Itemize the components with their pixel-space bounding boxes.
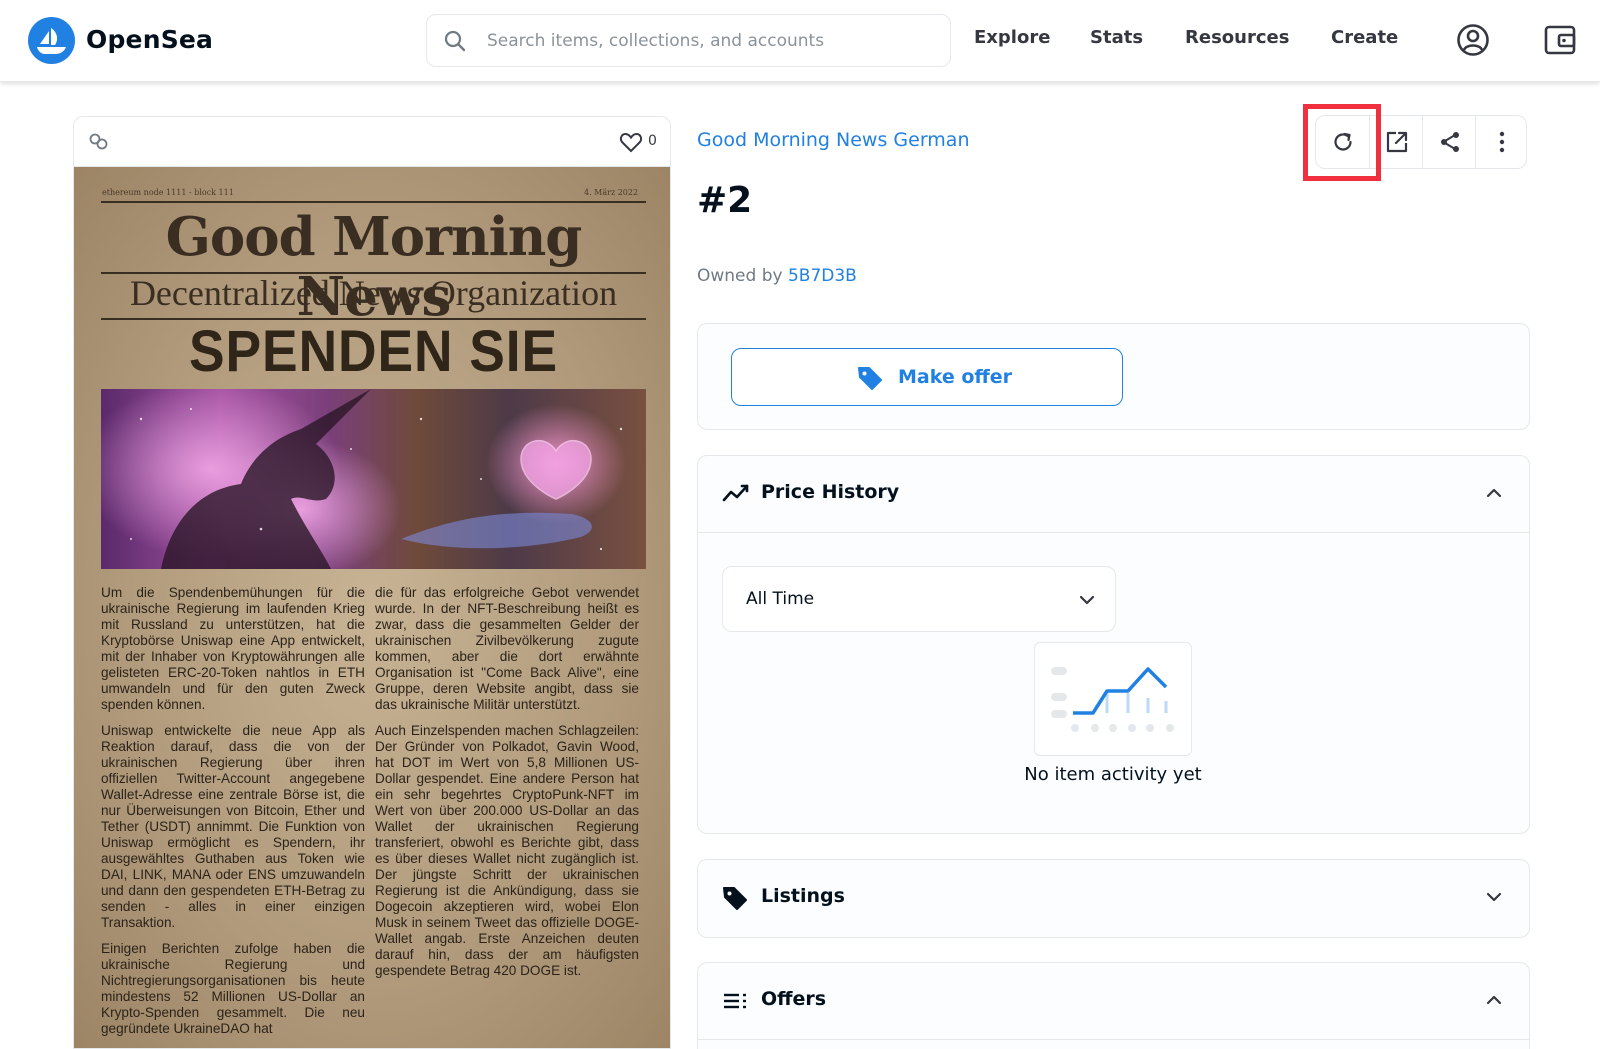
heart-icon[interactable] <box>619 131 643 153</box>
chevron-down-icon <box>1486 892 1502 902</box>
price-history-panel: Price History All Time No item activity … <box>697 455 1530 834</box>
opensea-logo[interactable] <box>28 17 75 64</box>
owned-by-label: Owned by <box>697 266 783 286</box>
newspaper-column-1: Um die Spendenbemühungen für die ukraini… <box>101 585 365 1036</box>
tag-icon <box>723 887 747 910</box>
refresh-highlight-box <box>1303 104 1381 181</box>
nav-create[interactable]: Create <box>1331 27 1398 48</box>
item-media-card: 0 ethereum node 1111 - block 111 4. März… <box>73 116 671 1049</box>
share-icon <box>1441 132 1459 152</box>
newspaper-illustration <box>101 389 646 569</box>
more-vertical-icon <box>1499 131 1505 153</box>
make-offer-button[interactable]: Make offer <box>731 348 1123 406</box>
owner-line: Owned by 5B7D3B <box>697 266 857 286</box>
chevron-down-icon <box>1079 595 1095 605</box>
favorite-count: 0 <box>648 133 657 149</box>
nav-resources[interactable]: Resources <box>1185 27 1289 48</box>
unicorn-heart-illustration <box>101 389 626 569</box>
external-link-icon <box>1386 131 1408 153</box>
search-icon <box>444 30 466 52</box>
time-range-select[interactable]: All Time <box>722 566 1116 632</box>
search-bar[interactable] <box>426 14 951 67</box>
more-options-button[interactable] <box>1475 116 1528 168</box>
newspaper-subtitle: Decentralized News Organization <box>129 273 618 313</box>
chevron-up-icon <box>1486 488 1502 498</box>
listings-header[interactable]: Listings <box>698 860 1529 936</box>
listings-panel: Listings <box>697 859 1530 938</box>
owner-link[interactable]: 5B7D3B <box>788 266 857 286</box>
price-history-header[interactable]: Price History <box>698 456 1529 532</box>
tag-icon <box>858 367 882 390</box>
collection-link[interactable]: Good Morning News German <box>697 129 970 151</box>
newspaper-column-2: die für das erfolgreiche Gebot verwendet… <box>375 585 639 978</box>
search-input[interactable] <box>487 23 927 59</box>
brand-name[interactable]: OpenSea <box>86 25 213 54</box>
newspaper-meta-right: 4. März 2022 <box>584 188 639 197</box>
share-button[interactable] <box>1423 116 1476 168</box>
chevron-up-icon <box>1486 995 1502 1005</box>
list-icon <box>724 993 746 1009</box>
empty-chart-icon <box>1051 667 1174 732</box>
offers-header[interactable]: Offers <box>698 963 1529 1039</box>
boat-icon <box>37 28 66 54</box>
ethereum-chain-icon <box>89 133 108 150</box>
trending-icon <box>722 484 749 502</box>
item-title: #2 <box>697 180 753 221</box>
nav-stats[interactable]: Stats <box>1090 27 1143 48</box>
newspaper-meta-left: ethereum node 1111 - block 111 <box>102 188 234 197</box>
offers-panel: Offers <box>697 962 1530 1049</box>
empty-chart-illustration <box>1034 642 1192 756</box>
top-nav-bar: OpenSea Explore Stats Resources Create <box>0 0 1600 82</box>
account-icon[interactable] <box>1456 23 1490 57</box>
empty-activity-text: No item activity yet <box>1024 764 1202 785</box>
media-toolbar: 0 <box>74 117 670 167</box>
trade-panel: Make offer <box>697 323 1530 430</box>
nft-image: ethereum node 1111 - block 111 4. März 2… <box>74 167 670 1048</box>
nav-explore[interactable]: Explore <box>974 27 1050 48</box>
wallet-icon[interactable] <box>1543 23 1577 57</box>
